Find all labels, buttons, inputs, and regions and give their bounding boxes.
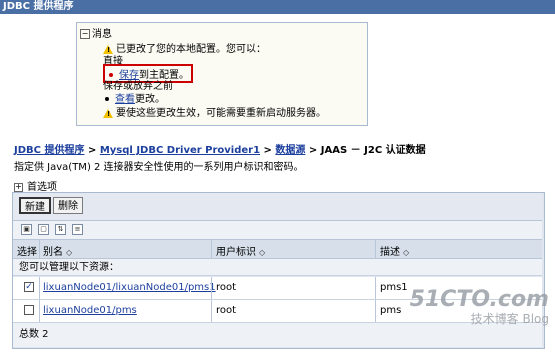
column-divider — [211, 300, 212, 322]
preferences-toggle[interactable]: + 首选项 — [14, 178, 57, 193]
page-description: 指定供 Java(TM) 2 连接器安全性使用的一系列用户标识和密码。 — [14, 162, 304, 173]
column-divider — [375, 300, 376, 322]
breadcrumb-data-sources[interactable]: 数据源 — [275, 145, 305, 156]
warning-icon — [103, 108, 113, 118]
button-bar: 新建 删除 — [13, 193, 542, 221]
column-divider — [211, 240, 212, 258]
watermark-blog: Blog — [522, 312, 549, 326]
row-alias-link[interactable]: lixuanNode01/pms — [43, 305, 137, 316]
deselect-all-icon[interactable]: ▢ — [38, 224, 49, 235]
breadcrumb-current: JAAS － J2C 认证数据 — [320, 145, 426, 156]
breadcrumb-separator: > — [263, 145, 272, 156]
column-divider — [39, 300, 40, 322]
messages-box: −消息 已更改了您的本地配置。您可以： 直接 保存到主配置。 保存或放弃之前 查… — [76, 22, 368, 126]
changed-message: 已更改了您的本地配置。您可以： — [103, 40, 266, 55]
changed-text: 已更改了您的本地配置。您可以： — [116, 44, 266, 55]
expand-icon[interactable]: + — [14, 182, 23, 192]
new-button[interactable]: 新建 — [19, 197, 51, 214]
watermark-logo: 51CTO.com — [409, 287, 549, 312]
messages-title: 消息 — [92, 29, 112, 40]
show-filter-icon[interactable]: ≡ — [72, 224, 83, 235]
header-description-label: 描述 — [380, 247, 400, 258]
column-divider — [375, 277, 376, 299]
column-divider — [375, 240, 376, 258]
table-header: 选择 别名 ◇ 用户标识 ◇ 描述 ◇ — [13, 240, 542, 259]
row-user-id: root — [216, 305, 237, 316]
row-description: pms — [380, 305, 402, 316]
header-user-id-label: 用户标识 — [216, 247, 256, 258]
column-divider — [39, 277, 40, 299]
header-description[interactable]: 描述 ◇ — [380, 243, 409, 258]
restart-message: 要使这些更改生效，可能需要重新启动服务器。 — [103, 104, 326, 119]
messages-header[interactable]: − 消息 — [80, 25, 112, 40]
bullet-icon — [105, 96, 109, 101]
sort-icon[interactable]: ◇ — [66, 248, 72, 257]
watermark-text: 技术博客 — [470, 312, 519, 326]
table-icon-bar: ▣ ▢ ⇅ ≡ — [13, 221, 542, 240]
sort-icon[interactable]: ◇ — [259, 248, 265, 257]
header-alias-label: 别名 — [43, 247, 63, 258]
manage-resources-label: 您可以管理以下资源： — [13, 259, 542, 276]
window-title: JDBC 提供程序 — [0, 0, 555, 14]
header-alias[interactable]: 别名 ◇ — [43, 243, 72, 258]
watermark: 51CTO.com 技术博客 Blog — [410, 287, 549, 327]
filter-icon[interactable]: ⇅ — [55, 224, 66, 235]
breadcrumb-separator: > — [87, 145, 97, 156]
row-description: pms1 — [380, 282, 408, 293]
watermark-subtitle: 技术博客 Blog — [410, 310, 549, 327]
delete-button[interactable]: 删除 — [53, 197, 83, 214]
column-divider — [39, 240, 40, 258]
collapse-icon[interactable]: − — [80, 29, 90, 39]
header-select: 选择 — [17, 247, 37, 258]
header-user-id[interactable]: 用户标识 ◇ — [216, 243, 265, 258]
bullet-icon — [109, 72, 113, 77]
row-user-id: root — [216, 282, 237, 293]
row-checkbox[interactable]: ✓ — [24, 282, 34, 292]
breadcrumb-mysql-provider[interactable]: Mysql JDBC Driver Provider1 — [100, 145, 260, 156]
breadcrumb: JDBC 提供程序 > Mysql JDBC Driver Provider1 … — [14, 141, 426, 156]
select-all-icon[interactable]: ▣ — [21, 224, 32, 235]
restart-text: 要使这些更改生效，可能需要重新启动服务器。 — [116, 108, 326, 119]
column-divider — [211, 277, 212, 299]
breadcrumb-separator: > — [308, 145, 318, 156]
breadcrumb-jdbc-provider[interactable]: JDBC 提供程序 — [14, 145, 84, 156]
sort-icon[interactable]: ◇ — [403, 248, 409, 257]
row-checkbox[interactable] — [24, 305, 34, 315]
review-item: 查看更改。 — [103, 90, 165, 105]
row-alias-link[interactable]: lixuanNode01/lixuanNode01/pms1 — [43, 282, 216, 293]
